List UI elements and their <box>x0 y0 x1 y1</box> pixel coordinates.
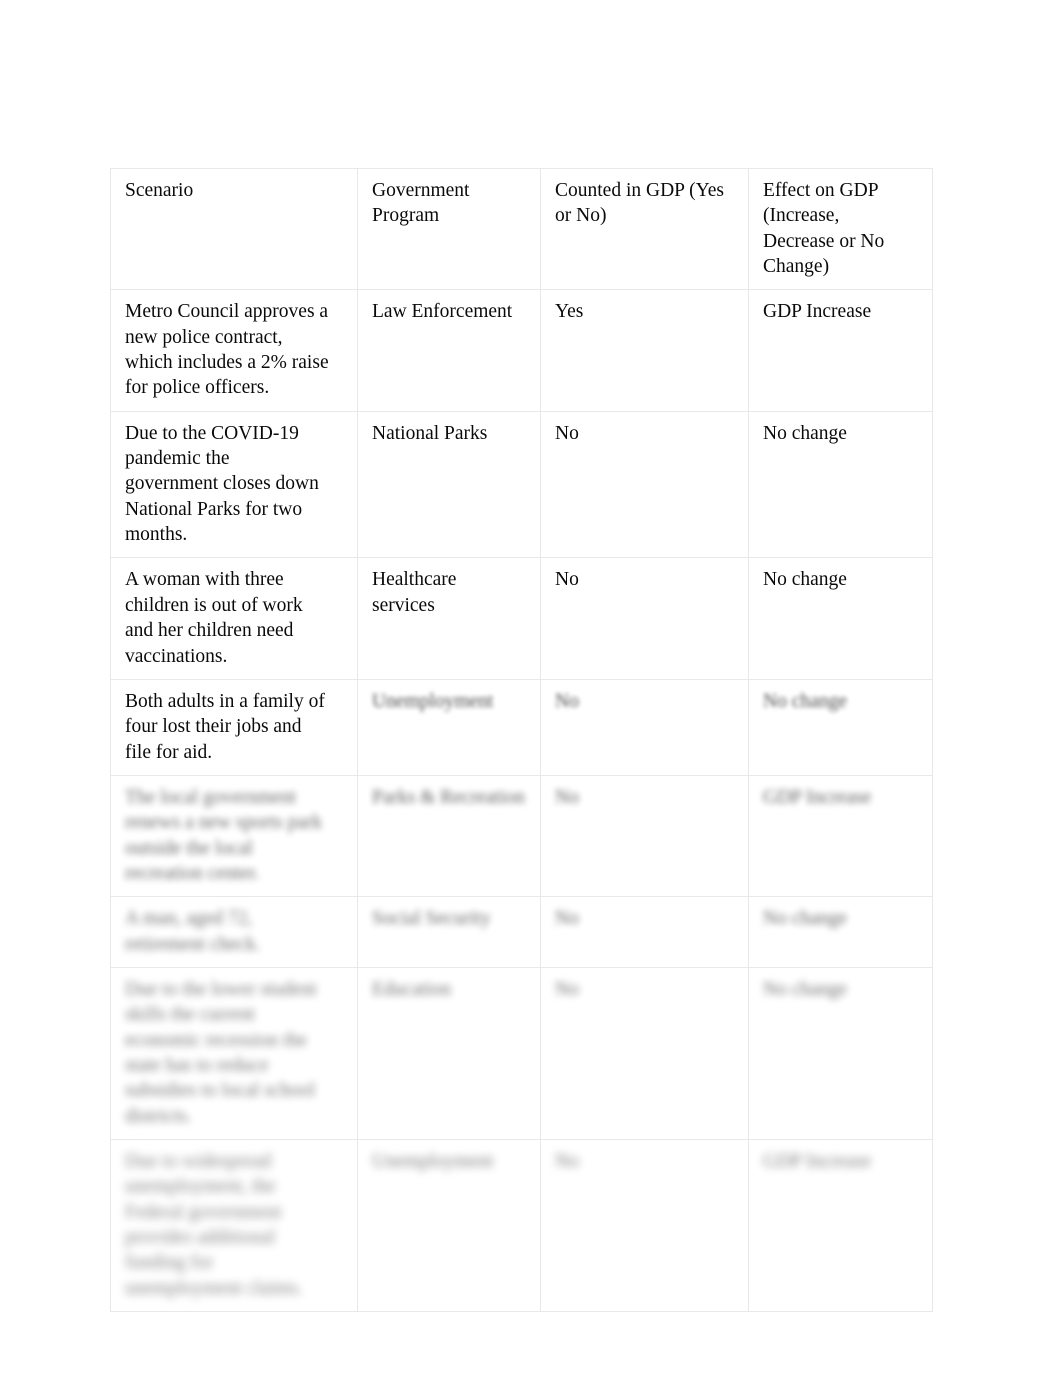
cell-text-counted: No <box>555 978 579 1000</box>
cell-text-scenario: Metro Council approves a new police cont… <box>125 301 329 399</box>
cell-program: Law Enforcement <box>357 289 541 412</box>
table-row: Due to the lower student skills the curr… <box>110 966 933 1141</box>
cell-text-effect: No change <box>763 422 847 444</box>
table-row: Due to the COVID-19 pandemic the governm… <box>110 410 933 559</box>
cell-effect: No change <box>748 896 933 968</box>
document-page: Scenario Government Program Counted in GDP… <box>0 0 1062 1377</box>
cell-counted: No <box>540 1138 749 1313</box>
cell-text-effect: GDP Increase <box>763 1151 872 1172</box>
gdp-scenario-table: Scenario Government Program Counted in GDP… <box>110 167 933 1313</box>
cell-scenario: Due to the lower student skills the curr… <box>110 966 358 1141</box>
cell-program: Unemployment <box>357 1138 541 1313</box>
cell-effect: No change <box>748 410 933 559</box>
cell-text-counted: No <box>555 1151 579 1172</box>
table-row: A man, aged 72, retirement check. Social … <box>110 896 933 968</box>
cell-counted: No <box>540 678 749 776</box>
table-row: The local government renews a new sports… <box>110 774 933 898</box>
cell-scenario: Metro Council approves a new police cont… <box>110 289 358 412</box>
cell-text-scenario: A man, aged 72, retirement check. <box>125 908 261 955</box>
cell-text-counted: No <box>555 422 579 444</box>
cell-scenario: A man, aged 72, retirement check. <box>110 896 358 968</box>
cell-text-scenario: Due to widespread unemployment, the Fede… <box>125 1151 303 1299</box>
cell-text-effect: GDP Increase <box>763 786 872 808</box>
cell-effect: No change <box>748 678 933 776</box>
header-text-program: Government Program <box>372 180 470 227</box>
cell-effect: No change <box>748 966 933 1141</box>
cell-text-scenario: Due to the COVID-19 pandemic the governm… <box>125 422 319 546</box>
cell-text-program: Unemployment <box>372 1151 494 1172</box>
cell-effect: GDP Increase <box>748 774 933 898</box>
table-body: Scenario Government Program Counted in GDP… <box>110 167 933 1313</box>
cell-effect: GDP Increase <box>748 289 933 412</box>
cell-text-effect: No change <box>763 908 847 930</box>
cell-counted: No <box>540 557 749 680</box>
cell-program: Unemployment <box>357 678 541 776</box>
cell-text-scenario: Due to the lower student skills the curr… <box>125 978 317 1127</box>
cell-scenario: Both adults in a family of four lost the… <box>110 678 358 776</box>
cell-program: Parks & Recreation <box>357 774 541 898</box>
cell-text-program: National Parks <box>372 422 488 444</box>
cell-text-program: Education <box>372 978 452 1000</box>
cell-text-program: Social Security <box>372 908 491 930</box>
cell-text-scenario: The local government renews a new sports… <box>125 786 323 884</box>
cell-text-counted: No <box>555 786 579 808</box>
header-cell-scenario: Scenario <box>110 167 358 291</box>
header-text-scenario: Scenario <box>125 180 194 201</box>
cell-counted: No <box>540 966 749 1141</box>
cell-scenario: Due to the COVID-19 pandemic the governm… <box>110 410 358 559</box>
cell-program: Healthcare services <box>357 557 541 680</box>
cell-text-program: Law Enforcement <box>372 301 513 323</box>
table-row: Due to widespread unemployment, the Fede… <box>110 1138 933 1313</box>
header-cell-effect: Effect on GDP (Increase, Decrease or No … <box>748 167 933 291</box>
table-row: A woman with three children is out of wo… <box>110 557 933 680</box>
cell-program: Social Security <box>357 896 541 968</box>
cell-text-counted: No <box>555 569 579 591</box>
cell-counted: No <box>540 410 749 559</box>
cell-scenario: The local government renews a new sports… <box>110 774 358 898</box>
cell-counted: Yes <box>540 289 749 412</box>
header-text-effect: Effect on GDP (Increase, Decrease or No … <box>763 180 885 278</box>
cell-text-program: Parks & Recreation <box>372 786 525 808</box>
cell-counted: No <box>540 896 749 968</box>
cell-text-effect: GDP Increase <box>763 301 872 323</box>
cell-text-scenario: A woman with three children is out of wo… <box>125 569 303 667</box>
table-row: Both adults in a family of four lost the… <box>110 678 933 776</box>
cell-program: National Parks <box>357 410 541 559</box>
table-row: Metro Council approves a new police cont… <box>110 289 933 412</box>
cell-text-effect: No change <box>763 690 847 712</box>
table-header-row: Scenario Government Program Counted in GDP… <box>110 167 933 291</box>
cell-program: Education <box>357 966 541 1141</box>
header-cell-program: Government Program <box>357 167 541 291</box>
cell-text-effect: No change <box>763 978 847 1000</box>
cell-counted: No <box>540 774 749 898</box>
cell-text-counted: No <box>555 690 579 712</box>
cell-text-program: Unemployment <box>372 690 494 712</box>
header-text-counted: Counted in GDP (Yes or No) <box>555 180 725 227</box>
cell-text-scenario: Both adults in a family of four lost the… <box>125 690 325 763</box>
cell-scenario: A woman with three children is out of wo… <box>110 557 358 680</box>
cell-text-counted: No <box>555 908 579 930</box>
cell-text-effect: No change <box>763 569 847 591</box>
cell-effect: GDP Increase <box>748 1138 933 1313</box>
cell-text-counted: Yes <box>555 301 584 323</box>
header-cell-counted: Counted in GDP (Yes or No) <box>540 167 749 291</box>
cell-scenario: Due to widespread unemployment, the Fede… <box>110 1138 358 1313</box>
cell-effect: No change <box>748 557 933 680</box>
cell-text-program: Healthcare services <box>372 569 457 616</box>
